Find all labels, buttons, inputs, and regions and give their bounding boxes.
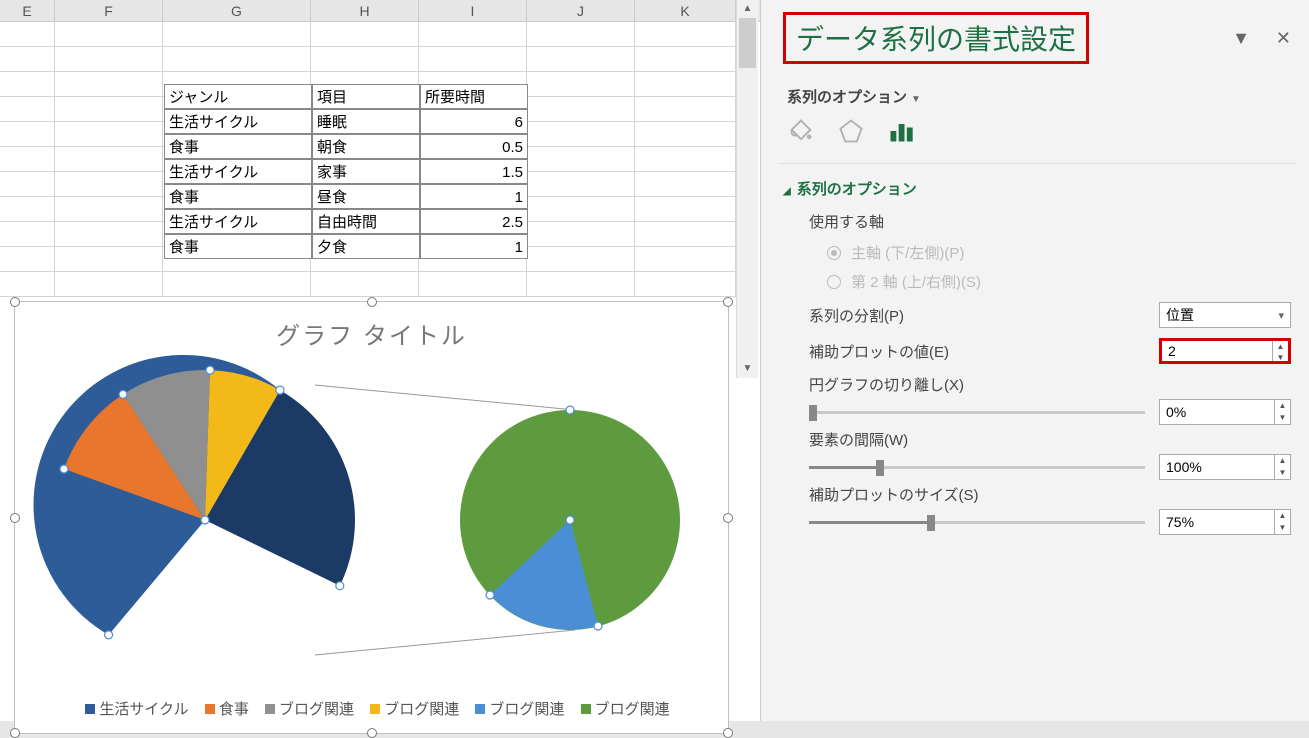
- table-cell[interactable]: 食事: [164, 234, 312, 259]
- split-label: 系列の分割(P): [809, 305, 1159, 326]
- scroll-up-icon[interactable]: ▲: [737, 0, 758, 18]
- gap-label: 要素の間隔(W): [809, 429, 1291, 450]
- table-cell[interactable]: 自由時間: [312, 209, 420, 234]
- secondary-values-spinner[interactable]: 2 ▲▼: [1159, 338, 1291, 364]
- explosion-spinner[interactable]: 0% ▲▼: [1159, 399, 1291, 425]
- explosion-label: 円グラフの切り離し(X): [809, 374, 1291, 395]
- gap-slider[interactable]: [809, 457, 1145, 477]
- col-header[interactable]: F: [55, 0, 163, 21]
- table-cell[interactable]: 夕食: [312, 234, 420, 259]
- chart-legend: 生活サイクル 食事 ブログ関連 ブログ関連 ブログ関連 ブログ関連: [15, 698, 728, 719]
- spinner-up-icon[interactable]: ▲: [1273, 341, 1288, 352]
- table-cell[interactable]: 生活サイクル: [164, 159, 312, 184]
- gap-spinner[interactable]: 100% ▲▼: [1159, 454, 1291, 480]
- second-plot-size-slider[interactable]: [809, 512, 1145, 532]
- format-pane: データ系列の書式設定 ▼ ✕ 系列のオプション▼ 系列のオプション 使用する軸 …: [760, 0, 1309, 721]
- scroll-down-icon[interactable]: ▼: [737, 360, 758, 378]
- spinner-down-icon[interactable]: ▼: [1273, 352, 1288, 363]
- col-header[interactable]: E: [0, 0, 55, 21]
- table-cell[interactable]: 昼食: [312, 184, 420, 209]
- split-select[interactable]: 位置: [1159, 302, 1291, 328]
- options-header[interactable]: 系列のオプション: [783, 178, 1291, 199]
- radio-primary-axis: 主軸 (下/左側)(P): [827, 242, 1291, 263]
- fill-icon[interactable]: [787, 117, 815, 145]
- table-cell[interactable]: 睡眠: [312, 109, 420, 134]
- table-header[interactable]: ジャンル: [164, 84, 312, 109]
- column-headers: E F G H I J K: [0, 0, 760, 22]
- col-header[interactable]: I: [419, 0, 527, 21]
- data-table[interactable]: ジャンル 項目 所要時間 生活サイクル睡眠6 食事朝食0.5 生活サイクル家事1…: [164, 84, 528, 259]
- table-cell[interactable]: 2.5: [420, 209, 528, 234]
- table-cell[interactable]: 生活サイクル: [164, 209, 312, 234]
- embedded-chart[interactable]: グラフ タイトル: [14, 301, 729, 734]
- table-cell[interactable]: 1: [420, 184, 528, 209]
- axis-label: 使用する軸: [809, 211, 1291, 232]
- table-header[interactable]: 項目: [312, 84, 420, 109]
- radio-secondary-axis: 第 2 軸 (上/右側)(S): [827, 271, 1291, 292]
- col-header[interactable]: H: [311, 0, 419, 21]
- table-cell[interactable]: 1.5: [420, 159, 528, 184]
- second-plot-size-label: 補助プロットのサイズ(S): [809, 484, 1291, 505]
- table-header[interactable]: 所要時間: [420, 84, 528, 109]
- radio-icon: [827, 246, 841, 260]
- pane-title: データ系列の書式設定: [783, 12, 1089, 64]
- close-icon[interactable]: ✕: [1276, 28, 1291, 49]
- table-cell[interactable]: 1: [420, 234, 528, 259]
- table-cell[interactable]: 0.5: [420, 134, 528, 159]
- table-cell[interactable]: 食事: [164, 134, 312, 159]
- spreadsheet-grid: E F G H I J K ジャンル 項目 所要時間 生活サイクル睡眠6 食事朝…: [0, 0, 760, 721]
- vertical-scrollbar[interactable]: ▲ ▼: [736, 0, 758, 378]
- section-dropdown[interactable]: 系列のオプション▼: [787, 86, 1291, 107]
- col-header[interactable]: G: [163, 0, 311, 21]
- col-header[interactable]: K: [635, 0, 736, 21]
- chart-title[interactable]: グラフ タイトル: [15, 316, 728, 351]
- scroll-thumb[interactable]: [739, 18, 756, 68]
- table-cell[interactable]: 食事: [164, 184, 312, 209]
- effects-icon[interactable]: [837, 117, 865, 145]
- second-plot-size-spinner[interactable]: 75% ▲▼: [1159, 509, 1291, 535]
- table-cell[interactable]: 家事: [312, 159, 420, 184]
- pane-menu-icon[interactable]: ▼: [1232, 28, 1250, 49]
- table-cell[interactable]: 6: [420, 109, 528, 134]
- tab-icons: [787, 117, 1291, 145]
- secondary-values-label: 補助プロットの値(E): [809, 341, 1159, 362]
- series-options-icon[interactable]: [887, 117, 915, 145]
- table-cell[interactable]: 朝食: [312, 134, 420, 159]
- col-header[interactable]: J: [527, 0, 635, 21]
- explosion-slider[interactable]: [809, 402, 1145, 422]
- table-cell[interactable]: 生活サイクル: [164, 109, 312, 134]
- radio-icon: [827, 275, 841, 289]
